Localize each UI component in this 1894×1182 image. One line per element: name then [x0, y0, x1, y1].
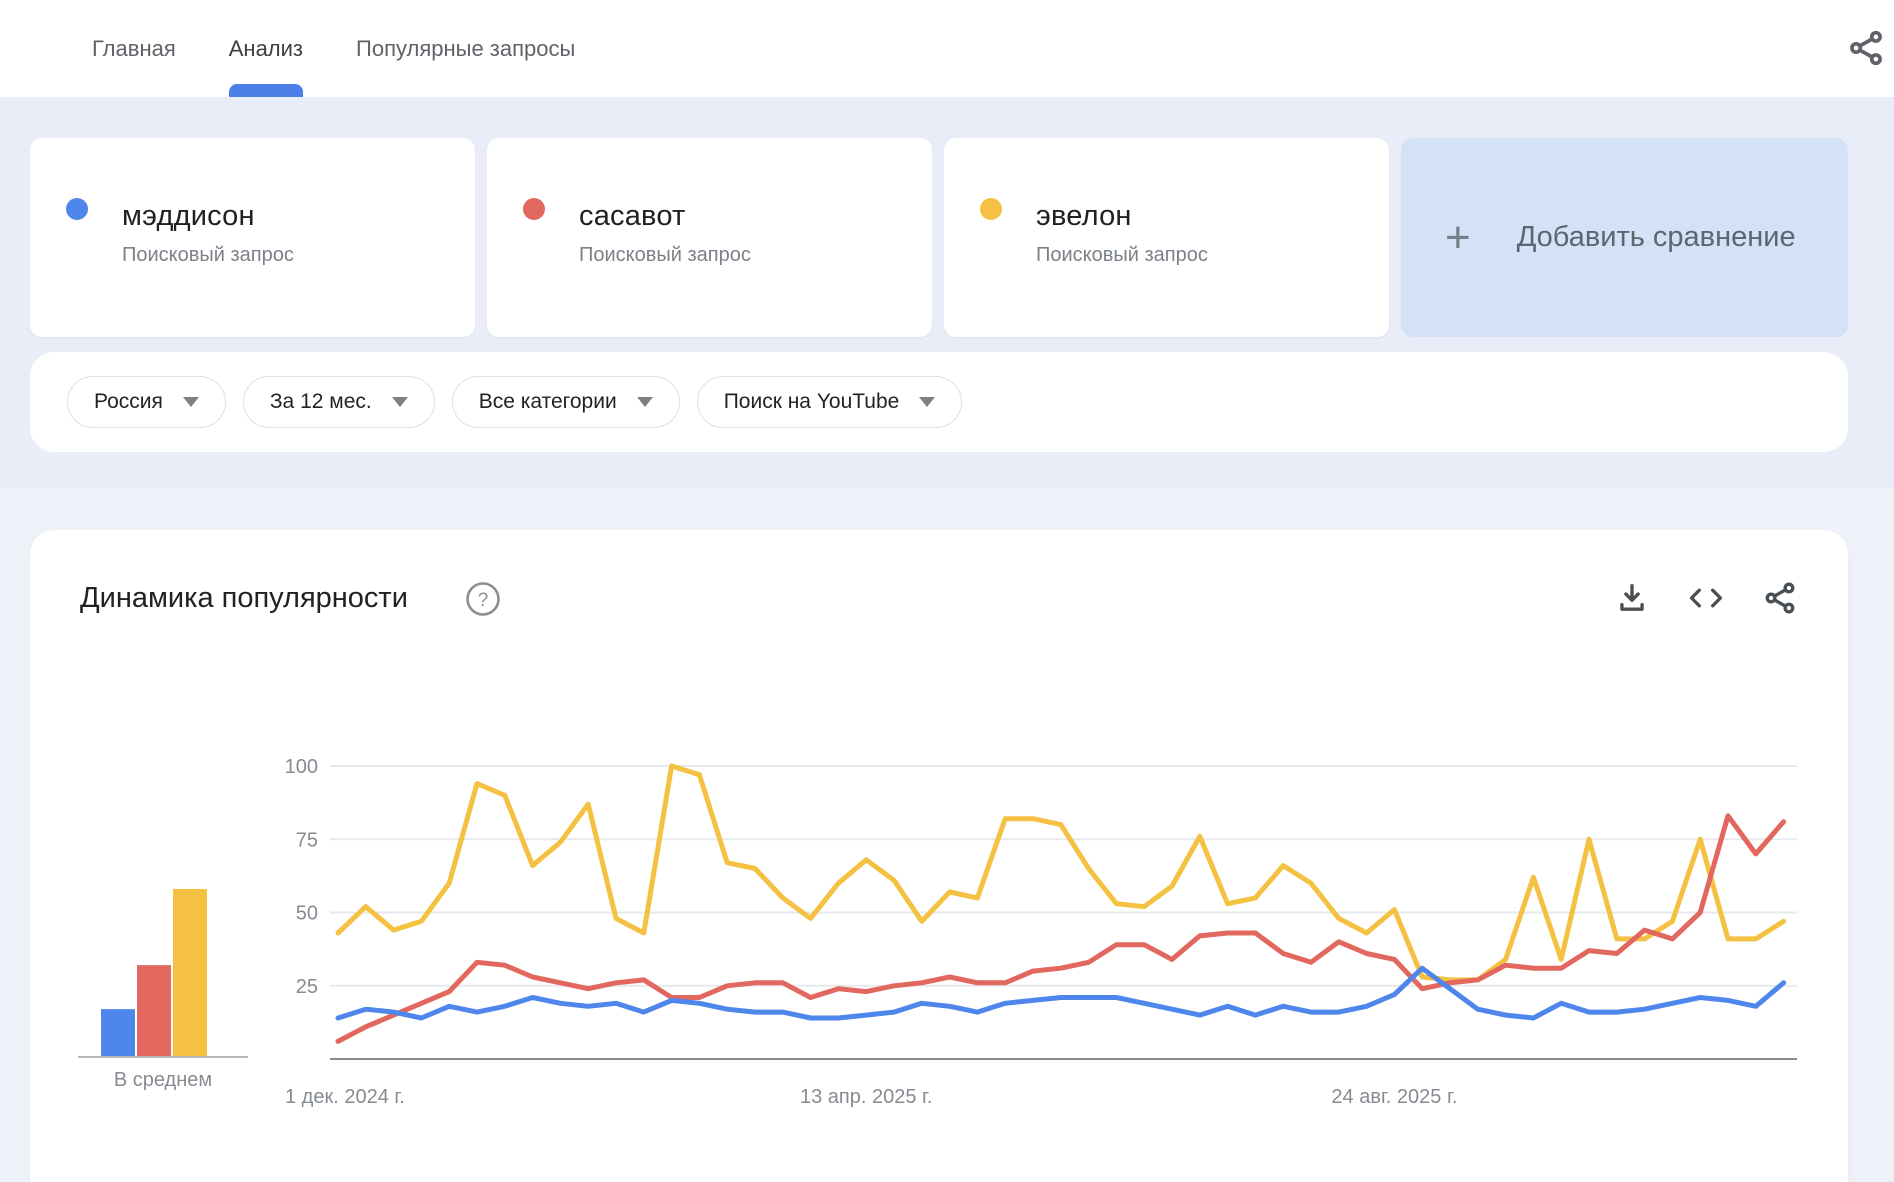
term-type-label: Поисковый запрос [122, 244, 294, 267]
filter-category-value: Все категории [479, 390, 617, 414]
share-button[interactable] [1844, 24, 1888, 72]
plus-icon: + [1445, 216, 1471, 260]
svg-text:50: 50 [296, 903, 318, 925]
chevron-down-icon [919, 397, 935, 407]
tab-home[interactable]: Главная [92, 0, 176, 97]
svg-text:100: 100 [285, 756, 318, 778]
chevron-down-icon [637, 397, 653, 407]
tab-home-label: Главная [92, 36, 176, 62]
series-color-dot-blue [66, 198, 88, 220]
filter-category-dropdown[interactable]: Все категории [452, 376, 680, 428]
share-icon [1845, 27, 1887, 69]
comparison-section: мэддисон Поисковый запрос сасавот Поиско… [0, 97, 1894, 488]
svg-text:75: 75 [296, 829, 318, 851]
series-color-dot-red [523, 198, 545, 220]
search-term: мэддисон [122, 200, 255, 233]
top-nav: Главная Анализ Популярные запросы [0, 0, 1894, 97]
active-tab-indicator [229, 84, 303, 97]
tab-explore[interactable]: Анализ [229, 0, 303, 97]
filter-region-value: Россия [94, 390, 163, 414]
svg-text:13 апр. 2025 г.: 13 апр. 2025 г. [800, 1086, 932, 1108]
svg-text:24 авг. 2025 г.: 24 авг. 2025 г. [1331, 1086, 1457, 1108]
filter-searchtype-dropdown[interactable]: Поиск на YouTube [697, 376, 963, 428]
comparison-card-2[interactable]: сасавот Поисковый запрос [487, 138, 932, 337]
comparison-cards-row: мэддисон Поисковый запрос сасавот Поиско… [30, 138, 1864, 337]
tab-explore-label: Анализ [229, 36, 303, 62]
add-comparison-label: Добавить сравнение [1517, 221, 1796, 254]
search-term: сасавот [579, 200, 686, 233]
svg-text:1 дек. 2024 г.: 1 дек. 2024 г. [285, 1086, 405, 1108]
comparison-card-1[interactable]: мэддисон Поисковый запрос [30, 138, 475, 337]
interest-over-time-chart: 25 50 75 100 1 дек. 2024 г. 13 апр. 2025 г. 24… [30, 530, 1848, 1182]
tab-trending-label: Популярные запросы [356, 36, 575, 62]
chevron-down-icon [183, 397, 199, 407]
tab-trending[interactable]: Популярные запросы [356, 0, 575, 97]
add-comparison-button[interactable]: + Добавить сравнение [1401, 138, 1848, 337]
svg-text:В среднем: В среднем [114, 1069, 212, 1091]
series-color-dot-yellow [980, 198, 1002, 220]
interest-over-time-card: Динамика популярности ? [30, 530, 1848, 1182]
chevron-down-icon [392, 397, 408, 407]
filter-searchtype-value: Поиск на YouTube [724, 390, 900, 414]
filter-timerange-dropdown[interactable]: За 12 мес. [243, 376, 435, 428]
term-type-label: Поисковый запрос [579, 244, 751, 267]
svg-text:25: 25 [296, 976, 318, 998]
term-type-label: Поисковый запрос [1036, 244, 1208, 267]
filter-timerange-value: За 12 мес. [270, 390, 372, 414]
filters-bar: Россия За 12 мес. Все категории Поиск на… [30, 352, 1848, 452]
results-section: Динамика популярности ? [0, 488, 1894, 1182]
comparison-card-3[interactable]: эвелон Поисковый запрос [944, 138, 1389, 337]
filter-region-dropdown[interactable]: Россия [67, 376, 226, 428]
search-term: эвелон [1036, 200, 1132, 233]
